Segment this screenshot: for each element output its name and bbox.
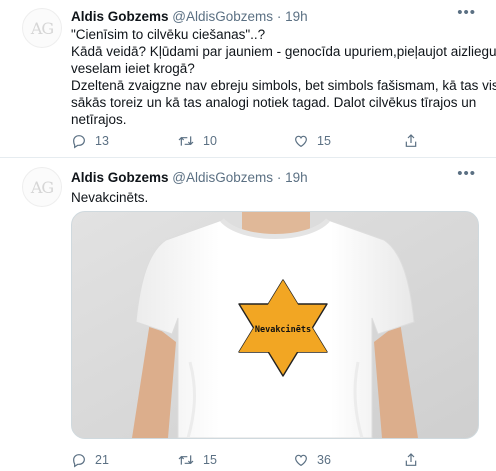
tweet-text-line: Dzeltenā zvaigzne nav ebreju simbols, be… <box>71 78 496 93</box>
retweet-icon <box>178 455 194 465</box>
like-button[interactable]: 15 <box>293 133 331 149</box>
reply-icon <box>73 135 85 149</box>
author-handle[interactable]: @AldisGobzems <box>172 170 273 185</box>
tweet-text-line: "Cienīsim to cilvēku ciešanas"..? <box>71 27 266 42</box>
avatar[interactable]: AG <box>22 167 62 207</box>
like-count: 15 <box>317 134 331 148</box>
tweet-text-line: netīrajos. <box>71 112 127 127</box>
share-button[interactable] <box>403 452 419 468</box>
reply-count: 13 <box>95 134 109 148</box>
author-handle[interactable]: @AldisGobzems <box>172 9 273 24</box>
timestamp[interactable]: 19h <box>285 9 308 24</box>
heart-icon <box>295 135 307 148</box>
like-count: 36 <box>317 453 331 467</box>
retweet-count: 10 <box>203 134 217 148</box>
retweet-button[interactable]: 10 <box>177 133 217 149</box>
retweet-count: 15 <box>203 453 217 467</box>
reply-count: 21 <box>95 453 109 467</box>
tweet-text: "Cienīsim to cilvēku ciešanas"..? Kādā v… <box>71 26 496 128</box>
reply-icon <box>73 454 85 468</box>
star-label: Nevakcinēts <box>255 324 311 335</box>
separator: · <box>276 170 282 185</box>
tweet-header: Aldis Gobzems @AldisGobzems · 19h <box>71 170 308 185</box>
tweet-text-line: sākās toreiz un kā tas analogi notiek ta… <box>71 95 477 110</box>
tweet[interactable]: AG Aldis Gobzems @AldisGobzems · 19h •••… <box>0 0 496 158</box>
tweet-media-image[interactable]: Nevakcinēts <box>71 211 479 439</box>
tweet-text-line: Kādā veidā? Kļūdami par jauniem - genocī… <box>71 44 496 59</box>
retweet-icon <box>178 136 194 146</box>
tweet-header: Aldis Gobzems @AldisGobzems · 19h <box>71 9 308 24</box>
tweet-text: Nevakcinēts. <box>71 189 481 206</box>
retweet-button[interactable]: 15 <box>177 452 217 468</box>
more-icon[interactable]: ••• <box>457 4 476 21</box>
separator: · <box>276 9 282 24</box>
tweet-text-line: veselam ieiet krogā? <box>71 61 195 76</box>
author-name[interactable]: Aldis Gobzems <box>71 9 169 24</box>
share-icon <box>405 134 417 147</box>
share-icon <box>405 453 417 466</box>
more-icon[interactable]: ••• <box>457 165 476 182</box>
like-button[interactable]: 36 <box>293 452 331 468</box>
tweet-text-line: Nevakcinēts. <box>71 190 149 205</box>
avatar[interactable]: AG <box>22 8 62 48</box>
timestamp[interactable]: 19h <box>285 170 308 185</box>
reply-button[interactable]: 21 <box>71 452 109 468</box>
reply-button[interactable]: 13 <box>71 133 109 149</box>
share-button[interactable] <box>403 133 419 149</box>
heart-icon <box>295 454 307 467</box>
author-name[interactable]: Aldis Gobzems <box>71 170 169 185</box>
tshirt-photo: Nevakcinēts <box>72 212 478 438</box>
tweet[interactable]: AG Aldis Gobzems @AldisGobzems · 19h •••… <box>0 158 496 471</box>
